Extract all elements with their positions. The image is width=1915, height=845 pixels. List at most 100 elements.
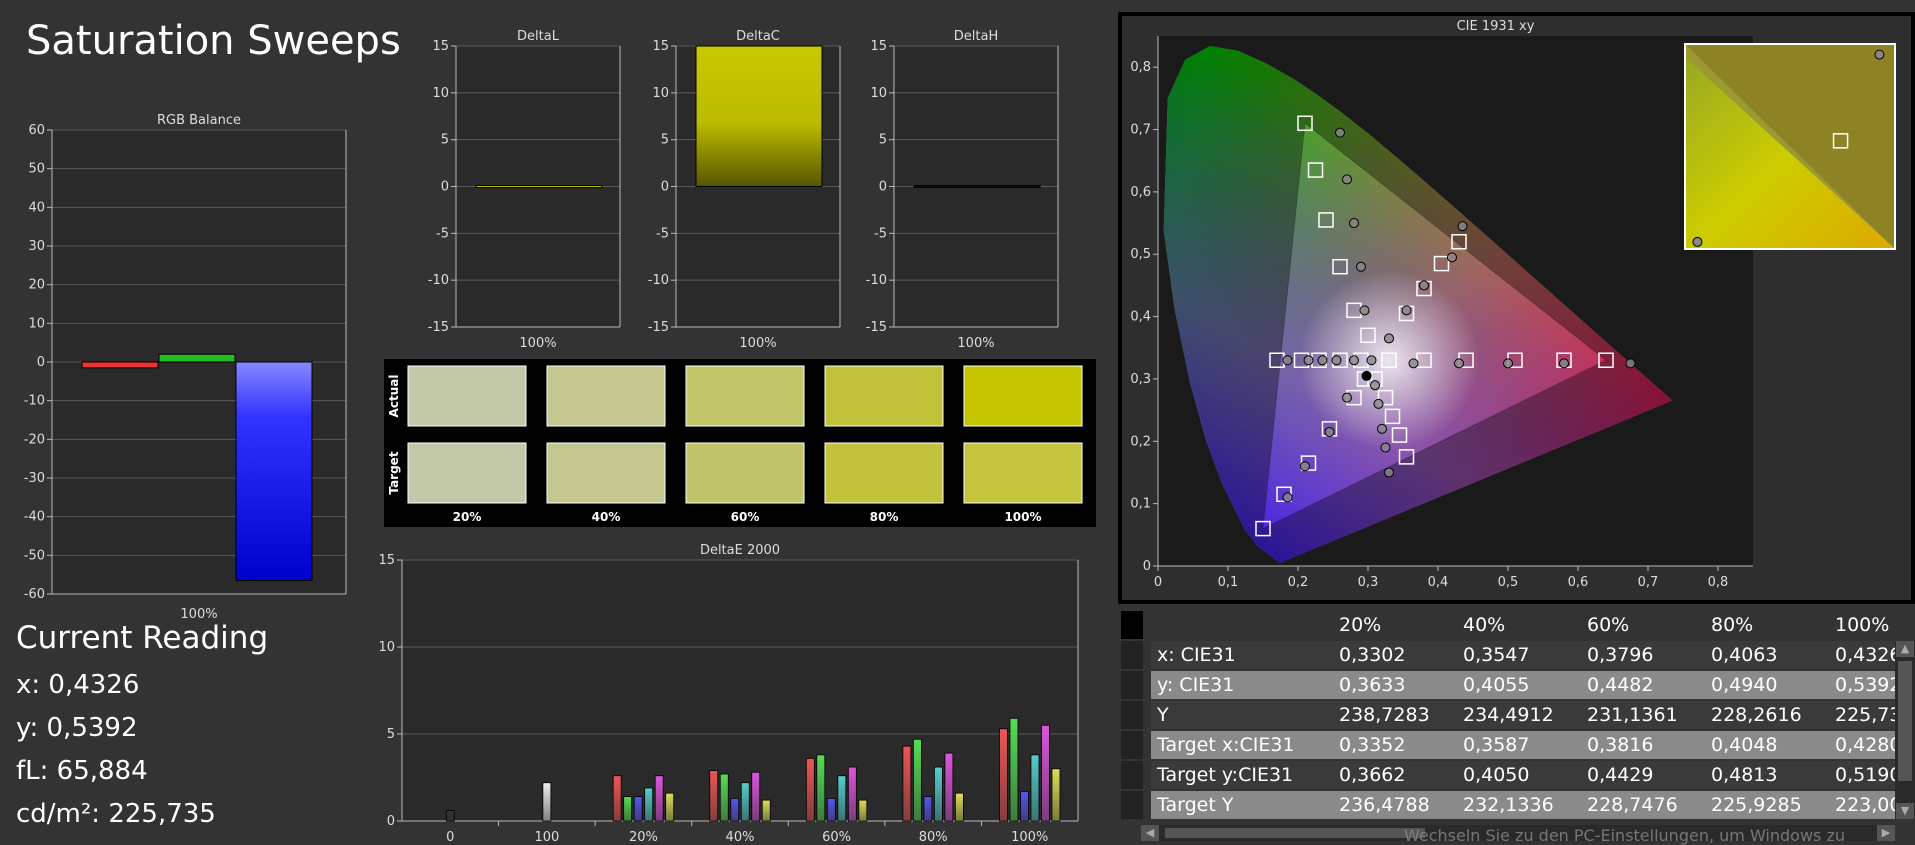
table-cell: 0,4048 bbox=[1711, 734, 1778, 756]
delta-e-bar bbox=[858, 799, 868, 822]
vertical-scroll-thumb[interactable] bbox=[1898, 661, 1912, 781]
delta-e-bar bbox=[761, 799, 771, 822]
reading-x: x: 0,4326 bbox=[16, 670, 140, 700]
y-tick-label: -30 bbox=[24, 471, 45, 486]
table-row: y: CIE31 0,3633 0,4055 0,4482 0,4940 0,5392 bbox=[1121, 671, 1911, 699]
measured-marker bbox=[1625, 358, 1636, 369]
swatch-column-label: 20% bbox=[453, 510, 482, 524]
y-tick-label: 0,1 bbox=[1130, 497, 1151, 512]
y-tick-label: 10 bbox=[28, 316, 45, 331]
table-cell: 0,3633 bbox=[1339, 674, 1406, 696]
delta-e-bar bbox=[751, 771, 761, 822]
table-row: Target x:CIE31 0,3352 0,3587 0,3816 0,4048 0,… bbox=[1121, 731, 1911, 759]
measured-marker bbox=[1359, 305, 1370, 316]
table-cell: 0,3662 bbox=[1339, 764, 1406, 786]
y-tick-label: 10 bbox=[432, 86, 449, 101]
table-header-cell: 20% bbox=[1339, 614, 1382, 636]
measured-marker bbox=[1331, 355, 1342, 366]
delta-e-bar bbox=[826, 797, 836, 822]
y-tick-label: 0 bbox=[387, 814, 395, 829]
swatch-actual bbox=[546, 365, 666, 427]
delta-bar bbox=[475, 185, 603, 189]
x-tick-label: 40% bbox=[726, 830, 755, 841]
measurement-table: 20% 40% 60% 80% 100% x: CIE31 0,3302 0,3547 0,3… bbox=[1121, 611, 1915, 841]
delta-e-bar bbox=[954, 792, 964, 822]
y-tick-label: 5 bbox=[441, 133, 449, 148]
row-header[interactable] bbox=[1121, 731, 1143, 759]
table-corner bbox=[1121, 611, 1143, 639]
chart-title: DeltaE 2000 bbox=[700, 543, 780, 558]
delta-e-bar bbox=[1020, 791, 1029, 822]
scroll-right-icon[interactable]: ▶ bbox=[1877, 825, 1895, 841]
y-tick-label: 10 bbox=[652, 86, 669, 101]
delta-e-2000-chart: DeltaE 2000 15 10 5 0 0 100 20% 40% 60% 80% 100% bbox=[380, 543, 1079, 841]
reading-fl: fL: 65,884 bbox=[16, 756, 148, 786]
table-row: Target Y 236,4788 232,1336 228,7476 225,9285… bbox=[1121, 791, 1914, 819]
row-header[interactable] bbox=[1121, 641, 1143, 669]
delta-e-bar bbox=[847, 766, 857, 822]
measured-marker bbox=[1349, 218, 1359, 229]
y-tick-label: 0 bbox=[37, 355, 45, 370]
row-header[interactable] bbox=[1121, 671, 1143, 699]
measured-marker bbox=[1366, 355, 1377, 366]
scroll-down-icon[interactable]: ▼ bbox=[1896, 803, 1914, 819]
delta-e-bar bbox=[654, 775, 664, 822]
table-row: Target y:CIE31 0,3662 0,4050 0,4429 0,4813 0,… bbox=[1121, 761, 1911, 789]
current-point-marker bbox=[1361, 370, 1372, 381]
measured-marker bbox=[1401, 305, 1412, 316]
swatch-column-label: 80% bbox=[870, 510, 899, 524]
scroll-up-icon[interactable]: ▲ bbox=[1896, 641, 1914, 657]
y-tick-label: 30 bbox=[28, 239, 45, 254]
table-row-label: Target y:CIE31 bbox=[1157, 764, 1294, 786]
swatch-column-label: 40% bbox=[592, 510, 621, 524]
x-tick-label: 0,7 bbox=[1638, 575, 1659, 590]
y-tick-label: 10 bbox=[870, 86, 887, 101]
inset-measured-marker bbox=[1874, 49, 1885, 60]
delta-e-bar bbox=[1051, 768, 1061, 822]
x-tick-label: 20% bbox=[629, 830, 658, 841]
y-tick-label: -50 bbox=[24, 548, 45, 563]
row-header[interactable] bbox=[1121, 701, 1143, 729]
measured-marker bbox=[1419, 280, 1429, 291]
delta-e-bar bbox=[542, 782, 552, 822]
chart-title: DeltaC bbox=[736, 29, 780, 44]
measured-marker bbox=[1282, 355, 1293, 366]
delta-e-bar bbox=[740, 782, 750, 822]
row-header[interactable] bbox=[1121, 791, 1143, 819]
table-cell: 231,1361 bbox=[1587, 704, 1678, 726]
x-tick-label: 100% bbox=[519, 336, 556, 351]
table-cell: 0,3816 bbox=[1587, 734, 1654, 756]
y-tick-label: -15 bbox=[648, 320, 669, 335]
table-cell: 228,7476 bbox=[1587, 794, 1678, 816]
measured-marker bbox=[1384, 467, 1394, 478]
delta-e-bar bbox=[933, 766, 943, 822]
vertical-scrollbar[interactable]: ▲ ▼ bbox=[1895, 641, 1915, 819]
chart-title: RGB Balance bbox=[157, 113, 241, 128]
y-tick-label: -20 bbox=[24, 432, 45, 447]
rgb-balance-chart: RGB Balance 60 50 40 30 20 10 0 -10 -20 -30 -40 -50 -… bbox=[24, 113, 347, 618]
x-tick-label: 100% bbox=[180, 607, 217, 618]
swatch-target bbox=[824, 442, 944, 504]
delta-e-bar bbox=[999, 728, 1008, 822]
measured-marker bbox=[1317, 355, 1328, 366]
swatch-row-label: Target bbox=[387, 451, 401, 494]
horizontal-scroll-thumb[interactable] bbox=[1165, 828, 1425, 838]
table-cell: 225,9285 bbox=[1711, 794, 1802, 816]
rgb-bar-2 bbox=[235, 361, 313, 581]
table-cell: 234,4912 bbox=[1463, 704, 1554, 726]
swatch-actual bbox=[407, 365, 527, 427]
y-tick-label: 5 bbox=[661, 133, 669, 148]
measured-marker bbox=[1408, 358, 1419, 369]
table-row-label: Y bbox=[1157, 704, 1169, 726]
measured-marker bbox=[1503, 358, 1513, 369]
y-tick-label: 0,3 bbox=[1130, 372, 1151, 387]
row-header[interactable] bbox=[1121, 761, 1143, 789]
scroll-left-icon[interactable]: ◀ bbox=[1141, 825, 1159, 841]
delta-e-bar bbox=[837, 775, 847, 822]
table-header-row: 20% 40% 60% 80% 100% bbox=[1151, 611, 1911, 639]
measured-marker bbox=[1303, 355, 1314, 366]
y-tick-label: 0 bbox=[1143, 559, 1151, 574]
measured-marker bbox=[1373, 398, 1384, 409]
y-tick-label: 0,2 bbox=[1130, 434, 1151, 449]
y-tick-label: 0,6 bbox=[1130, 185, 1151, 200]
